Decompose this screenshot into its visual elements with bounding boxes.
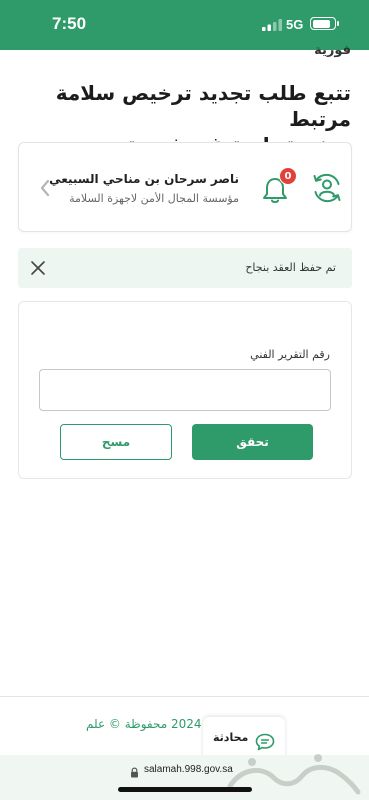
previous-title-fragment: فورية bbox=[314, 43, 351, 58]
network-type: 5G bbox=[286, 17, 304, 32]
report-form-card: رقم التقرير الفني تحقق مسح bbox=[18, 301, 352, 479]
success-alert: تم حفظ العقد بنجاح bbox=[18, 248, 352, 288]
signal-icon bbox=[262, 19, 282, 31]
switch-account-icon[interactable] bbox=[310, 171, 344, 205]
page-title-line-1: تتبع طلب تجديد ترخيص سلامة مرتبط bbox=[55, 81, 351, 131]
chat-label: محادثة bbox=[213, 731, 249, 744]
battery-icon bbox=[310, 17, 339, 30]
home-indicator bbox=[118, 787, 252, 792]
lock-icon bbox=[131, 767, 138, 778]
technical-report-label: رقم التقرير الفني bbox=[250, 348, 330, 361]
notification-badge: 0 bbox=[279, 167, 297, 185]
verify-button[interactable]: تحقق bbox=[192, 424, 313, 460]
clear-button[interactable]: مسح bbox=[60, 424, 172, 460]
user-name: ناصر سرحان بن مناحي السبيعي bbox=[49, 172, 239, 186]
haraj-watermark-logo bbox=[227, 754, 361, 795]
user-card: ناصر سرحان بن مناحي السبيعي مؤسسة المجال… bbox=[18, 142, 352, 232]
status-time: 7:50 bbox=[52, 14, 87, 33]
close-icon[interactable] bbox=[30, 260, 46, 276]
copyright-text: 2024 محفوظة © علم bbox=[86, 717, 202, 731]
technical-report-input[interactable] bbox=[39, 369, 331, 411]
alert-message: تم حفظ العقد بنجاح bbox=[245, 261, 336, 274]
user-organization: مؤسسة المجال الأمن لاجهزة السلامة bbox=[69, 192, 239, 205]
footer-divider bbox=[0, 696, 369, 697]
browser-url[interactable]: salamah.998.gov.sa bbox=[144, 764, 233, 775]
